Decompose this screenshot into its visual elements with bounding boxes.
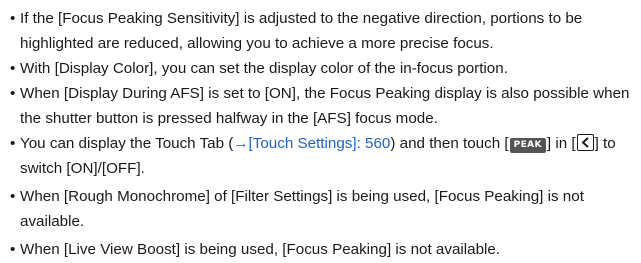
list-item: • You can display the Touch Tab (→[Touch… — [10, 131, 633, 181]
bullet: • — [10, 241, 16, 258]
item-text-mid: ) and then touch [ — [390, 135, 509, 152]
chevron-left-icon — [576, 134, 594, 151]
item-text-mid2: ] in [ — [546, 135, 576, 152]
arrow-right-icon: → — [233, 135, 249, 152]
item-text: When [Display During AFS] is set to [ON]… — [20, 85, 630, 127]
touch-settings-link[interactable]: [Touch Settings]: 560 — [249, 135, 391, 152]
notes-list: • If the [Focus Peaking Sensitivity] is … — [0, 0, 641, 263]
item-text: If the [Focus Peaking Sensitivity] is ad… — [20, 10, 583, 52]
list-item: • When [Live View Boost] is being used, … — [10, 237, 633, 262]
bullet: • — [10, 188, 16, 205]
list-item: • When [Display During AFS] is set to [O… — [10, 81, 633, 131]
item-text: With [Display Color], you can set the di… — [20, 60, 508, 77]
bullet: • — [10, 10, 16, 27]
bullet: • — [10, 135, 16, 152]
peak-icon: PEAK — [509, 138, 546, 153]
list-item: • If the [Focus Peaking Sensitivity] is … — [10, 6, 633, 56]
item-text-before: You can display the Touch Tab ( — [20, 135, 234, 152]
item-text: When [Live View Boost] is being used, [F… — [20, 241, 501, 258]
bullet: • — [10, 85, 16, 102]
list-item: • With [Display Color], you can set the … — [10, 56, 633, 81]
item-text: When [Rough Monochrome] of [Filter Setti… — [20, 188, 584, 230]
list-item: • When [Rough Monochrome] of [Filter Set… — [10, 184, 633, 234]
bullet: • — [10, 60, 16, 77]
